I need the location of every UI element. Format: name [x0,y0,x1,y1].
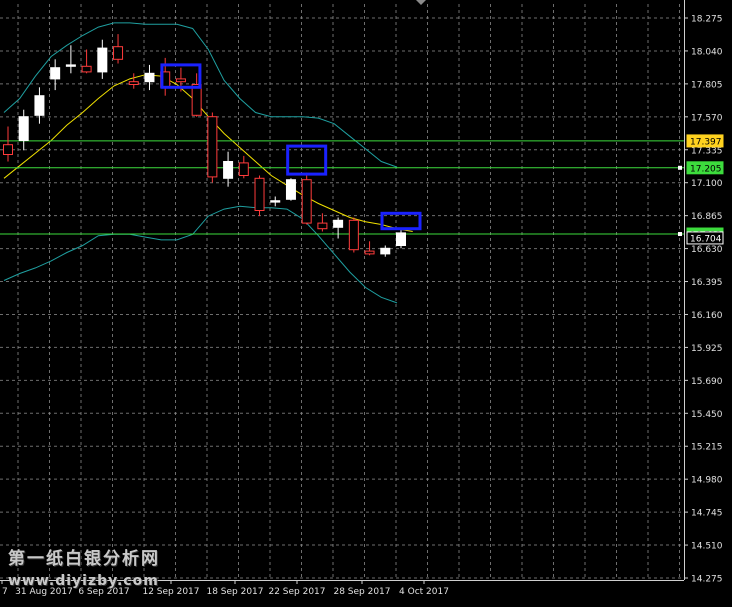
y-tick-label: 14.510 [691,542,723,552]
y-tick-label: 14.980 [691,476,723,486]
candle-bullish [50,67,61,80]
y-tick-label: 16.865 [691,212,723,222]
candle-bearish [301,179,312,224]
y-tick-label: 17.805 [691,80,723,90]
candle-bullish [34,95,45,116]
y-tick-label: 16.395 [691,278,723,288]
candle-bearish [254,177,265,212]
candle-bearish [317,222,328,230]
price-tag-label: 17.205 [690,164,722,174]
x-tick-label: 18 Sep 2017 [206,587,263,597]
candle-bearish [207,116,218,178]
y-tick-label: 15.925 [691,344,723,354]
x-tick-label: 28 Sep 2017 [333,587,390,597]
candle-bullish [396,232,406,246]
candle-bearish [3,144,13,155]
y-tick-label: 17.570 [691,113,723,123]
y-tick-label: 15.215 [691,443,723,453]
candle-bullish [18,116,29,141]
y-tick-label: 17.335 [691,146,723,156]
candle-bearish [364,250,375,255]
candle-bullish [333,219,344,228]
candle-bearish [175,78,186,83]
y-tick-label: 15.690 [691,377,723,387]
y-tick-label: 18.275 [691,15,723,25]
candlestick-chart: 18.275 18.040 17.805 17.570 17.335 17.100 16.8… [0,0,732,603]
candle-bullish [380,247,391,255]
y-tick-label: 15.450 [691,410,723,420]
y-tick-label: 14.745 [691,509,723,519]
y-tick-label: 16.160 [691,311,723,321]
candle-bullish [285,179,296,200]
y-tick-label: 18.040 [691,47,723,57]
x-tick-label: 7 [2,587,8,597]
price-tag-marker [678,165,682,170]
x-tick-label: 22 Sep 2017 [268,587,325,597]
x-tick-label: 4 Oct 2017 [399,587,449,597]
candle-bullish [223,161,234,179]
candle-bearish [191,84,202,116]
watermark-title: 第一纸白银分析网 [8,549,160,569]
candle-bearish [238,162,249,176]
candle-bullish [144,72,155,83]
candle-bullish [270,200,281,203]
y-tick-label: 14.275 [691,575,723,585]
y-tick-label: 16.630 [691,245,723,255]
chart: 18.275 18.040 17.805 17.570 17.335 17.100 16.8… [0,0,732,603]
price-tag-label: 16.704 [690,234,722,244]
candle-bearish [348,219,359,251]
watermark: 第一纸白银分析网 www.diyizby.com [8,548,160,592]
candle-bearish [113,46,124,60]
candle-bearish [81,65,92,73]
watermark-url: www.diyizby.com [8,573,159,589]
candle-bearish [128,81,139,85]
price-tag-marker [678,232,682,237]
y-tick-label: 17.100 [691,179,723,189]
price-tag-label: 17.397 [690,137,722,147]
candle-bullish [65,64,76,67]
candle-bullish [97,47,108,73]
